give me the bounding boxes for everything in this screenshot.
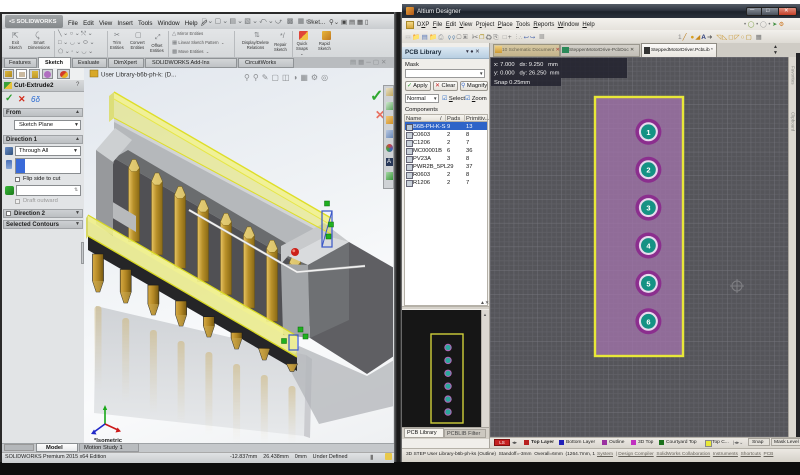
svg-text:Snap 0.25mm: Snap 0.25mm xyxy=(494,80,530,86)
svg-text:User Library-b6b-ph-k: (D...: User Library-b6b-ph-k: (D... xyxy=(101,72,177,79)
svg-text:1: 1 xyxy=(646,128,650,137)
svg-text:2: 2 xyxy=(646,166,650,175)
svg-text:6: 6 xyxy=(646,317,650,326)
svg-text:3: 3 xyxy=(646,204,650,213)
svg-text:5: 5 xyxy=(646,279,650,288)
svg-text:y: 0.000 dy: 26.250 mm: y: 0.000 dy: 26.250 mm xyxy=(494,71,560,77)
svg-text:⚲⚲✎▢◫◑▦⚙◎: ⚲⚲✎▢◫◑▦⚙◎ xyxy=(244,73,331,82)
svg-text:x: 7.000 dx: 9.250 mm: x: 7.000 dx: 9.250 mm xyxy=(494,62,558,68)
svg-text:✓: ✓ xyxy=(370,88,383,105)
